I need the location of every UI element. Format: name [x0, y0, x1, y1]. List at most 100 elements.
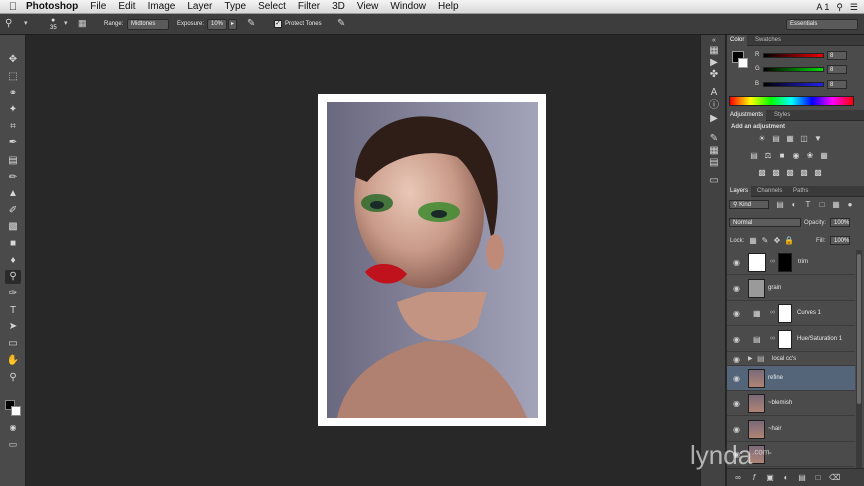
link-layers-icon[interactable]: ∞ — [733, 473, 743, 482]
properties-panel-icon[interactable]: ▦ — [707, 145, 721, 157]
layer-mask-thumbnail[interactable] — [778, 253, 792, 272]
menu-type[interactable]: Type — [224, 1, 246, 12]
menu-3d[interactable]: 3D — [332, 1, 345, 12]
type-tool-icon[interactable]: T — [5, 304, 21, 318]
layer-row[interactable]: ◉ ~blemish — [727, 391, 855, 416]
layer-row[interactable]: ◉ ▤ ∞ Hue/Saturation 1 — [727, 327, 855, 352]
tab-swatches[interactable]: Swatches — [755, 37, 781, 43]
fx-icon[interactable]: f — [749, 473, 759, 482]
tab-paths[interactable]: Paths — [793, 188, 808, 194]
airbrush-icon[interactable]: ✎ — [247, 19, 255, 29]
character-panel-icon[interactable]: A — [707, 87, 721, 99]
curves-icon[interactable]: ▦ — [785, 134, 795, 143]
g-slider[interactable] — [763, 67, 824, 72]
filter-pixel-icon[interactable]: ▤ — [775, 200, 785, 209]
lasso-tool-icon[interactable]: ⚭ — [5, 87, 21, 101]
chevron-down-icon[interactable]: ▾ — [24, 20, 28, 27]
eraser-tool-icon[interactable]: ▩ — [5, 220, 21, 234]
tool-presets-icon[interactable]: ✎ — [707, 133, 721, 145]
brush-preset-picker[interactable]: ● 35 — [46, 16, 62, 33]
background-color-swatch[interactable] — [11, 406, 21, 416]
blend-mode-select[interactable]: Normal — [729, 218, 801, 227]
healing-brush-tool-icon[interactable]: ▤ — [5, 154, 21, 168]
menu-layer[interactable]: Layer — [187, 1, 212, 12]
r-value[interactable]: 8 — [827, 51, 847, 60]
color-spectrum-ramp[interactable] — [729, 96, 854, 106]
filter-shape-icon[interactable]: □ — [817, 200, 827, 209]
visibility-eye-icon[interactable]: ◉ — [733, 425, 740, 434]
color-lookup-icon[interactable]: ▦ — [819, 151, 829, 160]
lock-image-icon[interactable]: ✎ — [760, 236, 770, 245]
brightness-contrast-icon[interactable]: ☀ — [757, 134, 767, 143]
menu-image[interactable]: Image — [148, 1, 176, 12]
black-white-icon[interactable]: ■ — [777, 151, 787, 160]
tab-color[interactable]: Color — [727, 35, 748, 46]
new-group-icon[interactable]: ▤ — [797, 473, 807, 482]
visibility-eye-icon[interactable]: ◉ — [733, 258, 740, 267]
path-selection-tool-icon[interactable]: ➤ — [5, 320, 21, 334]
actions-panel-icon[interactable]: ▶ — [707, 57, 721, 69]
list-icon[interactable]: ☰ — [850, 2, 858, 13]
dodge-tool-icon[interactable]: ⚲ — [5, 270, 21, 284]
menu-view[interactable]: View — [357, 1, 379, 12]
b-value[interactable]: 8 — [827, 80, 847, 89]
fill-input[interactable]: 100% — [830, 236, 850, 245]
hue-saturation-icon[interactable]: ▤ — [749, 151, 759, 160]
history-brush-tool-icon[interactable]: ✐ — [5, 204, 21, 218]
brush-panel-icon[interactable]: ▦ — [78, 19, 87, 28]
crop-tool-icon[interactable]: ⌗ — [5, 120, 21, 134]
quick-selection-tool-icon[interactable]: ✦ — [5, 103, 21, 117]
menu-help[interactable]: Help — [438, 1, 459, 12]
clone-stamp-tool-icon[interactable]: ▲ — [5, 187, 21, 201]
eyedropper-tool-icon[interactable]: ✒ — [5, 136, 21, 150]
adobe-status[interactable]: A 1 — [816, 2, 829, 12]
play-panel-icon[interactable]: ▶ — [707, 113, 721, 125]
posterize-icon[interactable]: ▩ — [771, 168, 781, 177]
layer-comps-icon[interactable]: ▭ — [707, 175, 721, 187]
g-value[interactable]: 8 — [827, 65, 847, 74]
tab-channels[interactable]: Channels — [757, 188, 782, 194]
expand-triangle-icon[interactable]: ▶ — [748, 355, 753, 362]
color-balance-icon[interactable]: ⚖ — [763, 151, 773, 160]
zoom-tool-icon[interactable]: ⚲ — [5, 371, 21, 385]
pen-tool-icon[interactable]: ✑ — [5, 287, 21, 301]
visibility-eye-icon[interactable]: ◉ — [733, 374, 740, 383]
visibility-eye-icon[interactable]: ◉ — [733, 284, 740, 293]
filter-type-icon[interactable]: T — [803, 200, 813, 209]
layer-mask-thumbnail[interactable] — [778, 330, 792, 349]
info-panel-icon[interactable]: ⓘ — [707, 100, 721, 112]
new-layer-icon[interactable]: □ — [813, 473, 823, 482]
exposure-slider-toggle[interactable]: ▸ — [228, 19, 237, 30]
gradient-map-icon[interactable]: ▩ — [799, 168, 809, 177]
menu-filter[interactable]: Filter — [298, 1, 320, 12]
gradient-tool-icon[interactable]: ■ — [5, 237, 21, 251]
levels-icon[interactable]: ▤ — [771, 134, 781, 143]
brush-tool-icon[interactable]: ✏ — [5, 171, 21, 185]
add-mask-icon[interactable]: ▣ — [765, 473, 775, 482]
dodge-tool-preset-icon[interactable]: ⚲ — [5, 19, 12, 29]
scrollbar-thumb[interactable] — [857, 254, 861, 404]
range-select[interactable]: Midtones — [127, 19, 169, 30]
layer-mask-thumbnail[interactable] — [778, 304, 792, 323]
visibility-eye-icon[interactable]: ◉ — [733, 399, 740, 408]
pressure-size-icon[interactable]: ✎ — [337, 19, 345, 29]
new-adjustment-icon[interactable]: ◐ — [781, 473, 791, 482]
layer-row[interactable]: ◉ grain — [727, 276, 855, 301]
layer-row[interactable]: ◉ ~hair — [727, 417, 855, 442]
visibility-eye-icon[interactable]: ◉ — [733, 335, 740, 344]
history-panel-icon[interactable]: ▦ — [707, 45, 721, 57]
app-menu[interactable]: Photoshop — [26, 1, 78, 12]
search-icon[interactable]: ⚲ — [836, 2, 843, 13]
layers-scrollbar[interactable] — [856, 250, 862, 468]
rectangle-tool-icon[interactable]: ▭ — [5, 337, 21, 351]
marquee-tool-icon[interactable]: ⬚ — [5, 70, 21, 84]
layer-row-selected[interactable]: ◉ refine — [727, 366, 855, 391]
r-slider[interactable] — [763, 53, 824, 58]
screen-mode-icon[interactable]: ▭ — [5, 437, 21, 451]
layer-filter-kind[interactable]: ⚲ Kind — [729, 200, 769, 209]
photo-filter-icon[interactable]: ◉ — [791, 151, 801, 160]
menu-window[interactable]: Window — [390, 1, 426, 12]
hand-tool-icon[interactable]: ✋ — [5, 354, 21, 368]
opacity-input[interactable]: 100% — [830, 218, 850, 227]
visibility-eye-icon[interactable]: ◉ — [733, 355, 740, 364]
